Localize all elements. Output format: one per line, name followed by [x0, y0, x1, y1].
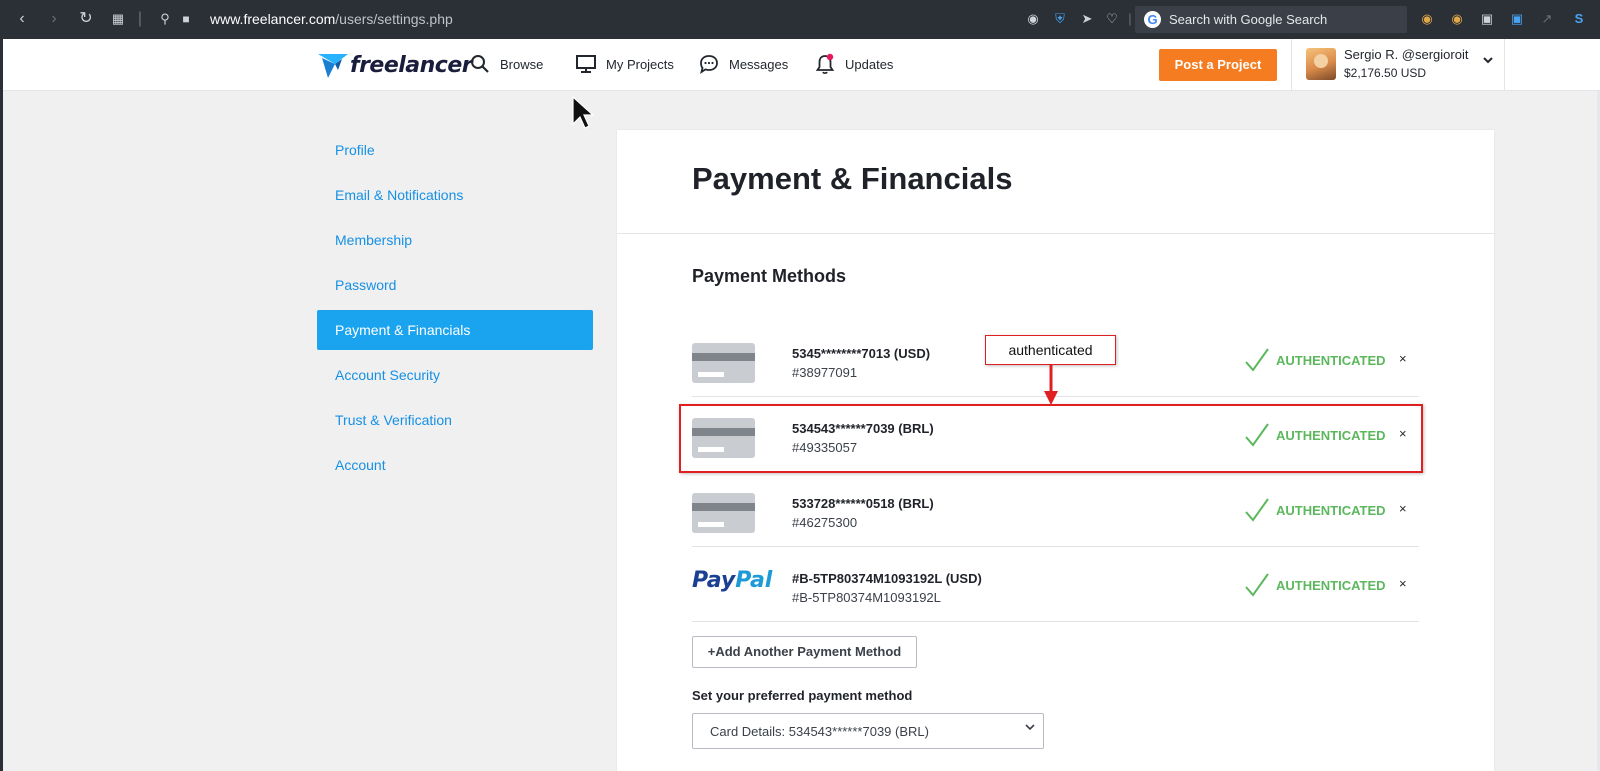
status-badge: AUTHENTICATED [1244, 420, 1386, 450]
user-name: Sergio R. @sergioroit [1344, 47, 1469, 62]
settings-card: Payment & Financials Payment Methods 534… [617, 130, 1494, 771]
extension-owl-icon[interactable]: ◉ [1419, 11, 1435, 27]
user-balance: $2,176.50 USD [1344, 66, 1427, 80]
preferred-method-select[interactable]: Card Details: 534543******7039 (BRL) [692, 713, 1044, 749]
key-icon[interactable]: ⚲ [155, 9, 175, 29]
separator: | [137, 10, 143, 27]
window-edge [0, 39, 3, 771]
sidebar-item-profile[interactable]: Profile [317, 130, 593, 175]
shield-icon[interactable]: ⛨ [1052, 11, 1068, 27]
address-bar[interactable]: www.freelancer.com/users/settings.php [210, 11, 453, 27]
freelancer-bird-icon [318, 54, 348, 78]
chevron-down-icon[interactable] [1482, 55, 1494, 65]
preferred-method-label: Set your preferred payment method [692, 688, 913, 703]
nav-messages-label: Messages [729, 56, 789, 72]
lock-icon[interactable]: ■ [176, 9, 196, 29]
page-title: Payment & Financials [692, 161, 1013, 196]
payment-method-row: 533728******0518 (BRL) #46275300 AUTHENT… [692, 473, 1419, 547]
annotation-label: authenticated [985, 335, 1116, 365]
extension-s-icon[interactable]: S [1571, 11, 1587, 27]
checkmark-icon [1245, 573, 1269, 597]
payment-method-id: #49335057 [792, 440, 858, 455]
payment-method-row: 534543******7039 (BRL) #49335057 AUTHENT… [692, 398, 1419, 472]
payment-method-number: 533728******0518 (BRL) [792, 496, 934, 511]
payment-method-row: PayPal #B-5TP80374M1093192L (USD) #B-5TP… [692, 548, 1419, 622]
payment-method-id: #B-5TP80374M1093192L [792, 590, 941, 605]
url-domain: www.freelancer.com [210, 11, 336, 27]
sidebar-item-account[interactable]: Account [317, 445, 593, 490]
monitor-icon [576, 55, 596, 73]
status-text: AUTHENTICATED [1276, 427, 1386, 443]
extension-arrow-icon[interactable]: ↗ [1539, 11, 1555, 27]
preferred-method-value: Card Details: 534543******7039 (BRL) [710, 724, 929, 739]
logo-text: freelancer [350, 52, 473, 78]
payment-method-number: #B-5TP80374M1093192L (USD) [792, 571, 982, 586]
sidebar-item-trust-verification[interactable]: Trust & Verification [317, 400, 593, 445]
extension-image-icon[interactable]: ▣ [1479, 11, 1495, 27]
checkmark-icon [1245, 423, 1269, 447]
browser-toolbar: ‹ › ↻ ▦ | ⚲ ■ www.freelancer.com/users/s… [0, 0, 1600, 39]
nav-browse[interactable]: Browse [470, 51, 543, 77]
section-title: Payment Methods [692, 266, 847, 286]
chevron-down-icon [1025, 724, 1035, 731]
status-text: AUTHENTICATED [1276, 502, 1386, 518]
avatar[interactable] [1306, 48, 1336, 80]
remove-button[interactable]: × [1399, 501, 1407, 516]
send-icon[interactable]: ➤ [1079, 11, 1095, 27]
status-badge: AUTHENTICATED [1244, 570, 1386, 600]
nav-updates-label: Updates [845, 56, 894, 72]
save-icon[interactable]: ▣ [1509, 11, 1525, 27]
payment-method-id: #38977091 [792, 365, 858, 380]
search-icon [471, 55, 489, 73]
sidebar-item-email-notifications[interactable]: Email & Notifications [317, 175, 593, 220]
remove-button[interactable]: × [1399, 576, 1407, 591]
checkmark-icon [1245, 348, 1269, 372]
status-badge: AUTHENTICATED [1244, 345, 1386, 375]
tabs-grid-icon[interactable]: ▦ [108, 9, 128, 29]
add-payment-method-button[interactable]: +Add Another Payment Method [692, 636, 917, 668]
bell-icon [815, 53, 835, 74]
google-search-box[interactable]: G Search with Google Search [1135, 6, 1407, 33]
forward-icon[interactable]: › [44, 9, 64, 29]
remove-button[interactable]: × [1399, 351, 1407, 366]
credit-card-icon [692, 493, 755, 533]
site-header: freelancer Browse My Projects Messages U… [3, 39, 1600, 91]
nav-my-projects-label: My Projects [606, 56, 674, 72]
status-badge: AUTHENTICATED [1244, 495, 1386, 525]
post-project-button[interactable]: Post a Project [1159, 49, 1277, 81]
paypal-logo: PayPal [692, 568, 773, 593]
nav-browse-label: Browse [500, 56, 544, 72]
reload-icon[interactable]: ↻ [76, 9, 96, 29]
credit-card-icon [692, 343, 755, 383]
payment-method-id: #46275300 [792, 515, 858, 530]
freelancer-logo[interactable]: freelancer [318, 48, 473, 82]
status-text: AUTHENTICATED [1276, 352, 1386, 368]
checkmark-icon [1245, 498, 1269, 522]
status-text: AUTHENTICATED [1276, 577, 1386, 593]
url-path: /users/settings.php [335, 11, 453, 27]
nav-messages[interactable]: Messages [699, 51, 788, 77]
chat-bubble-icon [700, 55, 718, 74]
settings-sidebar: Profile Email & Notifications Membership… [317, 130, 593, 490]
nav-my-projects[interactable]: My Projects [576, 51, 674, 77]
payment-method-number: 534543******7039 (BRL) [792, 421, 934, 436]
back-icon[interactable]: ‹ [12, 9, 32, 29]
heart-icon[interactable]: ♡ [1104, 11, 1120, 27]
remove-button[interactable]: × [1399, 426, 1407, 441]
credit-card-icon [692, 418, 755, 458]
sidebar-item-payment-financials[interactable]: Payment & Financials [317, 310, 593, 350]
extension-basketball-icon[interactable]: ◉ [1449, 11, 1465, 27]
sidebar-item-account-security[interactable]: Account Security [317, 355, 593, 400]
nav-updates[interactable]: Updates [815, 51, 893, 77]
user-menu[interactable]: Sergio R. @sergioroit $2,176.50 USD [1291, 39, 1505, 90]
payment-method-number: 5345********7013 (USD) [792, 346, 931, 361]
annotation-arrow-icon [1044, 365, 1058, 405]
google-icon: G [1144, 11, 1161, 28]
sidebar-item-membership[interactable]: Membership [317, 220, 593, 265]
sidebar-item-password[interactable]: Password [317, 265, 593, 310]
search-placeholder: Search with Google Search [1169, 12, 1328, 27]
mouse-cursor-icon [572, 96, 595, 129]
camera-icon[interactable]: ◉ [1025, 11, 1041, 27]
